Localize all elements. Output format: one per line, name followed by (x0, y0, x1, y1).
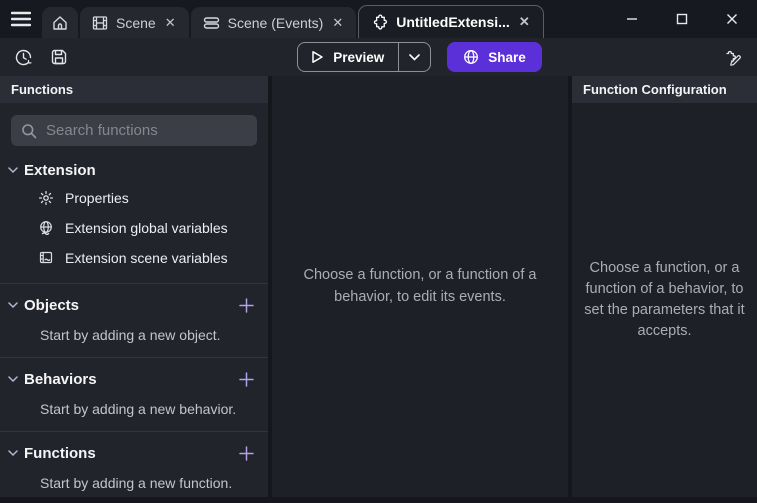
global-variables-icon (38, 220, 54, 236)
chevron-down-icon (8, 167, 18, 174)
tab-close-icon[interactable]: ✕ (331, 15, 344, 31)
chevron-down-icon (8, 376, 18, 383)
save-button[interactable] (44, 42, 74, 72)
gear-icon (38, 190, 54, 206)
behaviors-empty-hint: Start by adding a new behavior. (0, 393, 268, 421)
tab-scene-events[interactable]: Scene (Events) ✕ (191, 7, 357, 38)
objects-section-header[interactable]: Objects (0, 284, 268, 319)
function-configuration-title: Function Configuration (572, 76, 757, 103)
tab-label: Scene (Events) (228, 15, 324, 31)
extension-section: Extension Properties Extension global va… (0, 150, 268, 284)
extension-scene-variables-item[interactable]: Extension scene variables (0, 243, 268, 273)
chevron-down-icon (409, 54, 420, 61)
chevron-down-icon (8, 302, 18, 309)
share-button[interactable]: Share (447, 42, 542, 72)
preview-split-button: Preview (297, 42, 431, 72)
save-icon (50, 48, 68, 66)
functions-panel-title: Functions (0, 76, 268, 103)
section-title: Extension (24, 162, 256, 179)
add-behavior-button[interactable] (237, 370, 256, 389)
preview-options-button[interactable] (398, 43, 430, 71)
extension-edit-icon (722, 48, 742, 67)
tab-scene[interactable]: Scene ✕ (80, 7, 189, 38)
behaviors-section: Behaviors Start by adding a new behavior… (0, 358, 268, 432)
item-label: Extension scene variables (65, 250, 228, 266)
functions-section: Functions Start by adding a new function… (0, 432, 268, 503)
tab-strip: Scene ✕ Scene (Events) ✕ UntitledExtensi… (42, 0, 546, 38)
events-editor-placeholder: Choose a function, or a function of a be… (285, 265, 555, 307)
tab-close-icon[interactable]: ✕ (164, 15, 177, 31)
minimize-icon (626, 13, 638, 25)
add-function-button[interactable] (237, 444, 256, 463)
section-title: Behaviors (24, 371, 237, 388)
functions-section-header[interactable]: Functions (0, 432, 268, 467)
main-area: Functions Extension Properties (0, 76, 757, 497)
hamburger-icon (11, 11, 31, 27)
main-menu-button[interactable] (0, 0, 42, 38)
tab-home[interactable] (42, 7, 78, 38)
history-clock-icon (14, 48, 33, 67)
window-bottom-edge (0, 497, 757, 503)
section-title: Functions (24, 445, 237, 462)
preview-label: Preview (333, 50, 384, 65)
tab-close-icon[interactable]: ✕ (518, 14, 531, 30)
maximize-button[interactable] (657, 0, 707, 38)
extension-global-variables-item[interactable]: Extension global variables (0, 213, 268, 243)
behaviors-section-header[interactable]: Behaviors (0, 358, 268, 393)
tab-label: UntitledExtensi... (396, 14, 510, 30)
extension-puzzle-icon (371, 14, 388, 31)
history-button[interactable] (8, 42, 38, 72)
extension-section-header[interactable]: Extension (0, 150, 268, 183)
search-functions-input[interactable] (46, 122, 247, 139)
window-controls (607, 0, 757, 38)
home-icon (52, 15, 68, 31)
minimize-button[interactable] (607, 0, 657, 38)
close-window-button[interactable] (707, 0, 757, 38)
events-sheet-icon (203, 15, 220, 31)
function-configuration-panel: Function Configuration Choose a function… (572, 76, 757, 497)
add-object-button[interactable] (237, 296, 256, 315)
search-icon (21, 123, 37, 139)
search-functions-box[interactable] (11, 115, 257, 146)
titlebar: Scene ✕ Scene (Events) ✕ UntitledExtensi… (0, 0, 757, 38)
item-label: Extension global variables (65, 220, 228, 236)
objects-section: Objects Start by adding a new object. (0, 284, 268, 358)
edit-extension-button[interactable] (717, 42, 747, 72)
preview-button[interactable]: Preview (298, 43, 398, 71)
toolbar: Preview Share (0, 38, 757, 76)
function-configuration-placeholder: Choose a function, or a function of a be… (584, 258, 745, 342)
film-icon (92, 15, 108, 31)
close-icon (726, 13, 738, 25)
item-label: Properties (65, 190, 129, 206)
section-title: Objects (24, 297, 237, 314)
scene-variables-icon (38, 250, 54, 266)
functions-empty-hint: Start by adding a new function. (0, 467, 268, 495)
properties-item[interactable]: Properties (0, 183, 268, 213)
share-label: Share (488, 50, 526, 65)
chevron-down-icon (8, 450, 18, 457)
maximize-icon (676, 13, 688, 25)
tab-untitled-extension[interactable]: UntitledExtensi... ✕ (358, 5, 543, 38)
globe-icon (463, 49, 479, 65)
objects-empty-hint: Start by adding a new object. (0, 319, 268, 347)
functions-panel: Functions Extension Properties (0, 76, 268, 497)
tab-label: Scene (116, 15, 156, 31)
play-icon (310, 50, 324, 64)
events-editor-panel: Choose a function, or a function of a be… (272, 76, 568, 497)
